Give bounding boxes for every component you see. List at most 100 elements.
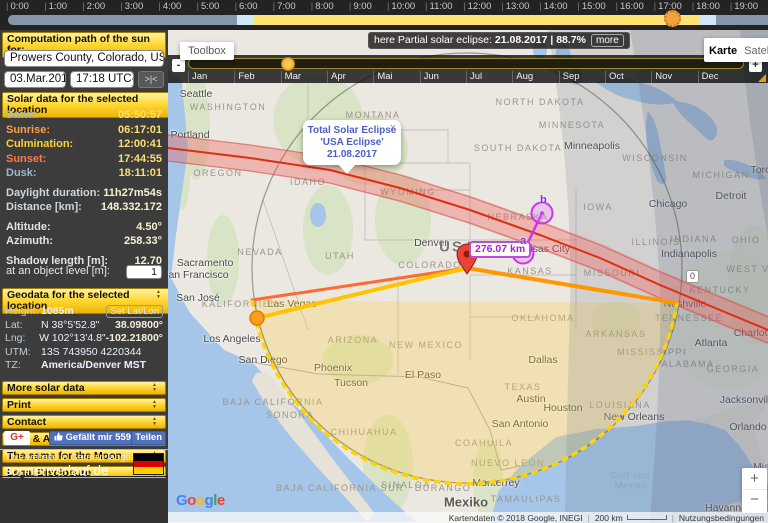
map-label-city: Houston xyxy=(543,402,582,414)
ruler-point-b-label[interactable]: b xyxy=(540,194,547,206)
month-label-apr[interactable]: Apr xyxy=(327,71,373,83)
app-window: |0:00|1:00|2:00|3:00|4:00|5:00|6:00|7:00… xyxy=(0,0,768,523)
accordion-print[interactable]: Print▲▼ xyxy=(2,398,166,412)
map-label-state: UTAH xyxy=(325,251,355,261)
lat-dms-value: N 38°5'52.8" xyxy=(41,319,99,333)
toolbox-button[interactable]: Toolbox xyxy=(180,42,234,60)
map-label-city: Detroit xyxy=(716,190,747,202)
map-label-state: GEORGIA xyxy=(707,364,760,374)
month-labels-row: JanFebMarAprMaiJunJulAugSepOctNovDec xyxy=(188,71,744,83)
month-minus-button[interactable]: - xyxy=(172,59,185,72)
map-label-city: San Antonio xyxy=(492,418,549,430)
map-label-city: Tucson xyxy=(334,377,368,389)
popup-tail xyxy=(338,164,356,174)
google-plus-button[interactable]: G+ xyxy=(4,431,30,445)
solar-data-row: Dusk:18:11:01 xyxy=(0,166,168,181)
facebook-share-button[interactable]: Teilen xyxy=(131,431,166,445)
terms-link[interactable]: Nutzungsbedingungen xyxy=(679,513,764,523)
hour-label: |9:00 xyxy=(349,0,387,13)
resize-handle-icon[interactable] xyxy=(758,74,766,82)
hour-label: |13:00 xyxy=(501,0,539,13)
night-segment-2 xyxy=(716,15,768,25)
map-label-city: New Orleans xyxy=(604,411,665,423)
map-label-city: Seattle xyxy=(180,88,213,100)
map-label-state: KENTUCKY xyxy=(689,285,750,295)
popup-line3: 21.08.2017 xyxy=(307,149,397,161)
collapse-panel-button[interactable]: >|< xyxy=(138,71,164,88)
map-zero-badge: 0 xyxy=(686,270,699,283)
map-canvas[interactable]: WASHINGTONOREGONMONTANAIDAHOWYOMINGNORTH… xyxy=(168,30,768,523)
map-label-state: ARKANSAS xyxy=(585,329,646,339)
lat-dec-value: 38.09800° xyxy=(115,319,163,333)
solar-data-row: Azimuth:258.33° xyxy=(0,234,168,249)
map-labels-layer: WASHINGTONOREGONMONTANAIDAHOWYOMINGNORTH… xyxy=(168,30,768,523)
german-flag-icon[interactable] xyxy=(133,453,164,475)
time-slider-track[interactable] xyxy=(8,15,768,25)
map-label-state: WISCONSIN xyxy=(622,153,688,163)
month-label-dec[interactable]: Dec xyxy=(698,71,744,83)
solar-data-row: Sunset:17:44:55 xyxy=(0,152,168,167)
accordion-contact[interactable]: Contact▲▼ xyxy=(2,415,166,429)
map-label-city: Charlotte xyxy=(734,327,768,339)
month-label-nov[interactable]: Nov xyxy=(651,71,697,83)
lng-dec-value: -102.21800° xyxy=(106,332,163,346)
time-input[interactable]: 17:18 UTC-7 xyxy=(70,71,134,88)
month-slider-handle[interactable] xyxy=(281,57,295,71)
map-label-state: SOUTH DAKOTA xyxy=(474,143,562,153)
solar-data-row: Culmination:12:00:41 xyxy=(0,137,168,152)
map-label-state: NEBRASKA xyxy=(487,212,548,222)
facebook-like-button[interactable]: Gefällt mir 559 xyxy=(49,431,136,445)
night-segment xyxy=(8,15,237,25)
map-label-state: ARIZONA xyxy=(328,335,379,345)
map-label-city: Sacramento xyxy=(177,257,234,269)
map-label-state: IOWA xyxy=(583,202,613,212)
ruler-point-a-label[interactable]: a xyxy=(520,235,526,247)
map-label-city: Dallas xyxy=(528,354,557,366)
map-label-city: Minneapolis xyxy=(564,140,620,152)
month-slider-bar: - + JanFebMarAprMaiJunJulAugSepOctNovDec xyxy=(168,55,768,83)
month-slider-track[interactable] xyxy=(188,58,744,69)
object-level-input[interactable]: 1 xyxy=(126,265,162,279)
popup-close-icon[interactable]: × xyxy=(390,123,396,134)
map-label-state: NEW MEXICO xyxy=(389,340,463,350)
map-attribution-bar: Kartendaten © 2018 Google, INEGI | 200 k… xyxy=(168,512,768,523)
scale-label: 200 km xyxy=(595,513,623,523)
map-label-state: KANSAS xyxy=(507,266,553,276)
month-label-oct[interactable]: Oct xyxy=(605,71,651,83)
map-type-satellit[interactable]: Satellit xyxy=(744,45,768,57)
month-label-jun[interactable]: Jun xyxy=(420,71,466,83)
dawn-segment xyxy=(237,15,254,25)
map-label-city: Las Vegas xyxy=(267,298,316,310)
location-input[interactable]: Prowers County, Colorado, USA xyxy=(4,50,164,67)
month-label-sep[interactable]: Sep xyxy=(559,71,605,83)
month-label-jan[interactable]: Jan xyxy=(188,71,234,83)
month-label-mar[interactable]: Mar xyxy=(281,71,327,83)
map-label-state: NEVADA xyxy=(237,247,282,257)
hour-label: |7:00 xyxy=(273,0,311,13)
date-input[interactable]: 03.Mar.2017 xyxy=(4,71,66,88)
map-label-state: NUEVO LEÓN xyxy=(471,458,545,468)
accordion-more-solar-data[interactable]: More solar data▲▼ xyxy=(2,381,166,395)
set-latlon-button[interactable]: Set Lat/Lon xyxy=(106,305,163,318)
solar-data-row: Dawn:05:50:57 xyxy=(0,108,168,123)
zoom-in-button[interactable]: + xyxy=(742,468,767,490)
map-label-state: OREGON xyxy=(193,168,242,178)
month-label-mai[interactable]: Mai xyxy=(373,71,419,83)
solar-data-row: Altitude:4.50° xyxy=(0,220,168,235)
map-label-city: Toronto xyxy=(750,164,768,176)
hour-label: |12:00 xyxy=(463,0,501,13)
time-slider-handle[interactable] xyxy=(664,10,681,27)
map-label-state: SONORA xyxy=(266,410,314,420)
map-label-city: Monterrey xyxy=(472,477,519,489)
map-label-country2: Mexiko xyxy=(444,495,488,510)
zoom-out-button[interactable]: − xyxy=(742,490,767,512)
map-label-state: TAMAULIPAS xyxy=(491,494,562,504)
map-label-water: Mexiko xyxy=(614,481,647,492)
map-label-city: Chicago xyxy=(649,198,688,210)
map-type-karte[interactable]: Karte xyxy=(709,45,737,57)
month-label-feb[interactable]: Feb xyxy=(234,71,280,83)
height-label: Height: xyxy=(5,305,41,319)
month-label-jul[interactable]: Jul xyxy=(466,71,512,83)
eclipse-more-button[interactable]: more xyxy=(591,34,624,47)
month-label-aug[interactable]: Aug xyxy=(512,71,558,83)
